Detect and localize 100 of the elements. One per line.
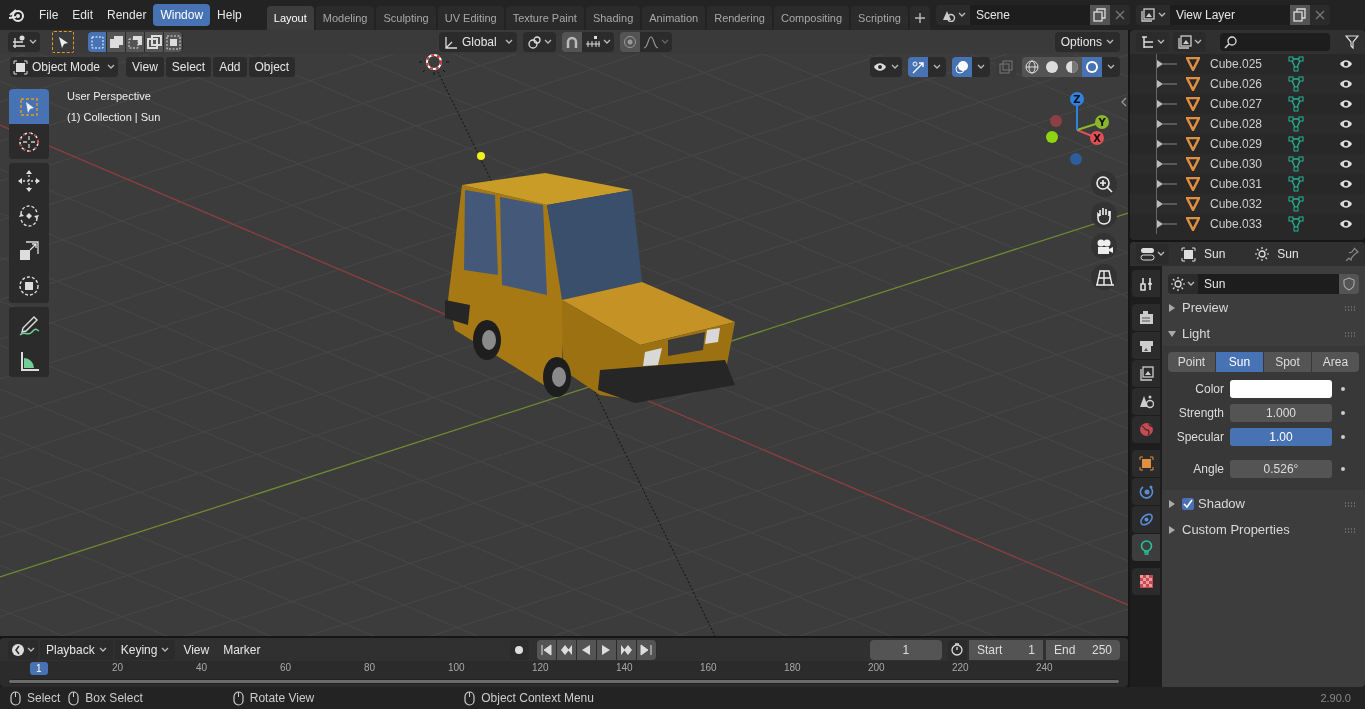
keyframe-dot-icon[interactable] — [1340, 410, 1346, 416]
drag-grip-icon[interactable] — [1345, 305, 1355, 311]
light-type-tab[interactable]: Sun — [1216, 352, 1263, 372]
workspace-tab[interactable]: Animation — [642, 6, 706, 30]
shading-dropdown[interactable] — [1102, 57, 1120, 77]
properties-tab[interactable] — [1132, 568, 1160, 595]
pivot-point-dropdown[interactable] — [523, 32, 556, 52]
copy-scene-button[interactable] — [1089, 5, 1110, 25]
eye-icon[interactable] — [1339, 218, 1353, 230]
light-type-dropdown[interactable] — [1168, 274, 1198, 294]
properties-tab[interactable] — [1132, 388, 1160, 415]
proportional-toggle[interactable] — [620, 32, 640, 52]
viewport-menu[interactable]: Add — [213, 57, 247, 77]
app-logo-icon[interactable] — [8, 6, 26, 24]
collapse-arrow-icon[interactable] — [1168, 330, 1176, 338]
panel-header[interactable]: Preview — [1182, 298, 1229, 318]
preview-range-toggle[interactable] — [947, 639, 967, 660]
checkbox[interactable] — [1182, 498, 1194, 510]
playhead-frame[interactable]: 1 — [30, 662, 48, 675]
shading-mode-button[interactable] — [1022, 57, 1042, 77]
number-field[interactable]: 1.000 — [1230, 404, 1332, 422]
eye-icon[interactable] — [1339, 58, 1353, 70]
number-field[interactable]: 0.526° — [1230, 460, 1332, 478]
navigation-button[interactable] — [1091, 233, 1117, 259]
axis-handle[interactable] — [1046, 131, 1058, 143]
properties-tab[interactable] — [1132, 360, 1160, 387]
axis-handle[interactable]: X — [1090, 131, 1104, 145]
playback-button[interactable] — [556, 639, 577, 660]
light-type-tab[interactable]: Area — [1312, 352, 1359, 372]
expand-arrow-icon[interactable] — [1157, 180, 1177, 188]
playback-button[interactable] — [536, 639, 557, 660]
current-frame-field[interactable]: 1 — [869, 639, 942, 660]
light-type-tab[interactable]: Point — [1168, 352, 1215, 372]
axis-handle[interactable] — [1050, 115, 1062, 127]
playback-button[interactable] — [596, 639, 617, 660]
scene-field[interactable]: Scene — [969, 5, 1090, 25]
eye-icon[interactable] — [1339, 138, 1353, 150]
light-type-tab[interactable]: Spot — [1264, 352, 1311, 372]
workspace-tab[interactable]: Scripting — [851, 6, 908, 30]
expand-arrow-icon[interactable] — [1157, 100, 1177, 108]
properties-tab[interactable] — [1132, 506, 1160, 533]
keyframe-dot-icon[interactable] — [1340, 434, 1346, 440]
fake-user-button[interactable] — [1339, 274, 1359, 294]
workspace-tab[interactable]: Shading — [585, 6, 641, 30]
selection-mode-button[interactable] — [126, 32, 145, 52]
properties-tab[interactable] — [1132, 478, 1160, 505]
slider-field[interactable]: 1.00 — [1230, 428, 1332, 446]
axis-handle[interactable] — [1070, 153, 1082, 165]
workspace-tab[interactable]: Texture Paint — [505, 6, 584, 30]
properties-tab[interactable] — [1132, 332, 1160, 359]
panel-header[interactable]: Light — [1182, 324, 1211, 344]
add-workspace-button[interactable] — [909, 6, 930, 30]
viewport-menu[interactable]: View — [126, 57, 164, 77]
snap-target-dropdown[interactable] — [582, 32, 614, 52]
drag-grip-icon[interactable] — [1345, 501, 1355, 507]
editor-type-dropdown[interactable] — [8, 639, 38, 660]
playback-button[interactable] — [636, 639, 657, 660]
axis-handle[interactable]: Z — [1070, 92, 1084, 106]
mode-dropdown[interactable]: Object Mode — [10, 57, 118, 77]
orientation-dropdown[interactable]: Global — [439, 32, 517, 52]
scene-selector[interactable] — [935, 5, 970, 25]
gizmo-dropdown[interactable] — [928, 57, 946, 77]
expand-arrow-icon[interactable] — [1168, 526, 1176, 534]
drag-grip-icon[interactable] — [1345, 527, 1355, 533]
axis-handle[interactable]: Y — [1095, 115, 1109, 129]
sidebar-toggle-icon[interactable] — [1121, 97, 1127, 107]
expand-arrow-icon[interactable] — [1157, 120, 1177, 128]
expand-arrow-icon[interactable] — [1157, 80, 1177, 88]
shading-mode-button[interactable] — [1082, 57, 1102, 77]
workspace-tab[interactable]: UV Editing — [437, 6, 504, 30]
selection-mode-button[interactable] — [164, 32, 183, 52]
filter-funnel-icon[interactable] — [1345, 35, 1359, 49]
timeline-menu[interactable]: Marker — [217, 639, 267, 660]
light-handle-dot[interactable] — [477, 152, 485, 160]
record-button[interactable] — [509, 639, 529, 660]
expand-arrow-icon[interactable] — [1157, 160, 1177, 168]
navigation-button[interactable] — [1091, 171, 1117, 197]
overlay-dropdown[interactable] — [972, 57, 990, 77]
filter-view-dropdown[interactable] — [1173, 32, 1206, 52]
editor-type-dropdown[interactable] — [1136, 244, 1169, 264]
properties-tab[interactable] — [1132, 304, 1160, 331]
menu-item[interactable]: Help — [210, 4, 249, 26]
expand-arrow-icon[interactable] — [1157, 60, 1177, 68]
snap-toggle[interactable] — [562, 32, 582, 52]
selection-mode-button[interactable] — [107, 32, 126, 52]
keyframe-dot-icon[interactable] — [1340, 466, 1346, 472]
view-layer-selector[interactable] — [1135, 5, 1170, 25]
properties-tab[interactable] — [1132, 450, 1160, 477]
gizmo-toggle[interactable] — [908, 57, 928, 77]
menu-item[interactable]: Window — [153, 4, 211, 26]
copy-view-layer-button[interactable] — [1289, 5, 1310, 25]
timeline-menu[interactable]: Keying — [114, 639, 176, 660]
falloff-dropdown[interactable] — [640, 32, 672, 52]
navigation-button[interactable] — [1091, 202, 1117, 228]
eye-icon[interactable] — [1339, 198, 1353, 210]
playback-button[interactable] — [616, 639, 637, 660]
workspace-tab[interactable]: Modeling — [315, 6, 375, 30]
panel-header[interactable]: Shadow — [1198, 494, 1245, 514]
color-swatch[interactable] — [1230, 380, 1332, 398]
scroll-bar[interactable] — [8, 679, 1120, 684]
